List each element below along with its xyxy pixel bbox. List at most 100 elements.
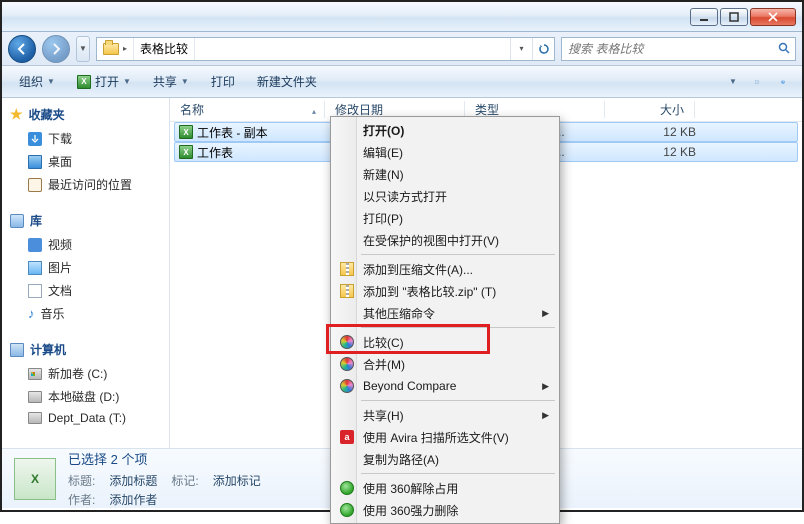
search-input[interactable] — [562, 42, 773, 56]
libraries-icon — [10, 214, 24, 228]
360-icon — [340, 503, 354, 517]
context-menu: 打开(O) 编辑(E) 新建(N) 以只读方式打开 打印(P) 在受保护的视图中… — [330, 116, 560, 524]
archive-icon — [340, 284, 354, 298]
file-size: 12 KB — [610, 145, 696, 159]
sidebar-group-favorites[interactable]: ★收藏夹 — [2, 102, 169, 127]
folder-icon — [103, 43, 119, 55]
menu-item-add-zip[interactable]: 添加到 "表格比较.zip" (T) — [333, 280, 557, 302]
menu-item-merge[interactable]: 合并(M) — [333, 353, 557, 375]
close-button[interactable] — [750, 8, 796, 26]
sidebar-item-desktop[interactable]: 桌面 — [2, 150, 169, 173]
sidebar-item-recent[interactable]: 最近访问的位置 — [2, 173, 169, 196]
navigation-pane: ★收藏夹 下载 桌面 最近访问的位置 库 视频 图片 文档 ♪音乐 计算机 新加… — [2, 98, 170, 448]
menu-item-new[interactable]: 新建(N) — [333, 163, 557, 185]
minimize-button[interactable] — [690, 8, 718, 26]
avira-icon: а — [340, 430, 354, 444]
menu-item-edit[interactable]: 编辑(E) — [333, 141, 557, 163]
sidebar-item-drive-c[interactable]: 新加卷 (C:) — [2, 362, 169, 385]
search-box[interactable] — [561, 37, 796, 61]
value-tags[interactable]: 添加标记 — [213, 472, 261, 489]
print-button[interactable]: 打印 — [202, 70, 244, 94]
back-button[interactable] — [8, 35, 36, 63]
sidebar-item-drive-t[interactable]: Dept_Data (T:) — [2, 408, 169, 428]
menu-item-open[interactable]: 打开(O) — [333, 119, 557, 141]
sidebar-item-downloads[interactable]: 下载 — [2, 127, 169, 150]
forward-button[interactable] — [42, 35, 70, 63]
menu-item-compare[interactable]: 比较(C) — [333, 331, 557, 353]
sidebar-item-videos[interactable]: 视频 — [2, 233, 169, 256]
sidebar-item-documents[interactable]: 文档 — [2, 279, 169, 302]
menu-separator — [361, 254, 555, 255]
menu-item-360-unlock[interactable]: 使用 360解除占用 — [333, 477, 557, 499]
music-icon: ♪ — [28, 306, 35, 321]
file-name: 工作表 - 副本 — [197, 124, 268, 141]
search-icon[interactable] — [773, 42, 795, 55]
sidebar-group-computer[interactable]: 计算机 — [2, 337, 169, 362]
drive-icon — [28, 391, 42, 403]
submenu-arrow-icon: ▶ — [542, 381, 549, 392]
menu-item-360-shred[interactable]: 使用 360强力删除 — [333, 499, 557, 521]
new-folder-button[interactable]: 新建文件夹 — [248, 70, 326, 94]
submenu-arrow-icon: ▶ — [542, 410, 549, 421]
nav-bar: ▼ ▸ 表格比较 ▾ — [2, 32, 802, 66]
documents-icon — [28, 284, 42, 298]
history-dropdown[interactable]: ▼ — [76, 36, 90, 62]
address-dropdown[interactable]: ▾ — [510, 38, 532, 60]
file-name: 工作表 — [197, 144, 233, 161]
breadcrumb-root[interactable]: ▸ — [97, 38, 134, 60]
menu-item-share[interactable]: 共享(H)▶ — [333, 404, 557, 426]
sidebar-item-pictures[interactable]: 图片 — [2, 256, 169, 279]
breadcrumb-current[interactable]: 表格比较 — [134, 38, 195, 60]
pictures-icon — [28, 261, 42, 275]
360-icon — [340, 481, 354, 495]
video-icon — [28, 238, 42, 252]
selection-thumbnail: X — [14, 458, 56, 500]
column-name[interactable]: 名称▴ — [170, 101, 325, 118]
sidebar-item-drive-d[interactable]: 本地磁盘 (D:) — [2, 385, 169, 408]
drive-icon — [28, 368, 42, 380]
sort-indicator-icon: ▴ — [312, 107, 316, 116]
star-icon: ★ — [10, 106, 23, 123]
value-author[interactable]: 添加作者 — [109, 491, 157, 508]
menu-item-open-readonly[interactable]: 以只读方式打开 — [333, 185, 557, 207]
excel-icon: X — [77, 75, 91, 89]
maximize-button[interactable] — [720, 8, 748, 26]
label-author: 作者: — [68, 491, 95, 508]
value-title[interactable]: 添加标题 — [109, 472, 157, 489]
menu-item-open-protected[interactable]: 在受保护的视图中打开(V) — [333, 229, 557, 251]
archive-icon — [340, 262, 354, 276]
computer-icon — [10, 343, 24, 357]
help-button[interactable]: ? — [772, 71, 794, 93]
svg-text:?: ? — [782, 79, 784, 83]
recent-icon — [28, 178, 42, 192]
selection-summary: 已选择 2 个项 — [68, 449, 261, 468]
menu-separator — [361, 400, 555, 401]
menu-item-copy-path[interactable]: 复制为路径(A) — [333, 448, 557, 470]
menu-item-add-archive[interactable]: 添加到压缩文件(A)... — [333, 258, 557, 280]
command-toolbar: 组织▼ X打开▼ 共享▼ 打印 新建文件夹 ▼ ? — [2, 66, 802, 98]
downloads-icon — [28, 132, 42, 146]
submenu-arrow-icon: ▶ — [542, 308, 549, 319]
column-size[interactable]: 大小 — [605, 101, 695, 118]
beyondcompare-icon — [340, 379, 354, 393]
menu-separator — [361, 473, 555, 474]
view-options-button[interactable]: ▼ — [720, 71, 742, 93]
refresh-button[interactable] — [532, 38, 554, 60]
share-button[interactable]: 共享▼ — [144, 70, 198, 94]
menu-item-print[interactable]: 打印(P) — [333, 207, 557, 229]
menu-item-other-zip[interactable]: 其他压缩命令▶ — [333, 302, 557, 324]
organize-button[interactable]: 组织▼ — [10, 70, 64, 94]
address-bar[interactable]: ▸ 表格比较 ▾ — [96, 37, 555, 61]
beyondcompare-icon — [340, 335, 354, 349]
open-button[interactable]: X打开▼ — [68, 70, 140, 94]
beyondcompare-icon — [340, 357, 354, 371]
menu-item-beyond-compare[interactable]: Beyond Compare▶ — [333, 375, 557, 397]
preview-pane-button[interactable] — [746, 71, 768, 93]
menu-item-avira[interactable]: а使用 Avira 扫描所选文件(V) — [333, 426, 557, 448]
sidebar-item-music[interactable]: ♪音乐 — [2, 302, 169, 325]
desktop-icon — [28, 155, 42, 169]
drive-icon — [28, 412, 42, 424]
sidebar-group-libraries[interactable]: 库 — [2, 208, 169, 233]
excel-icon: X — [179, 125, 193, 139]
window-titlebar — [2, 2, 802, 32]
